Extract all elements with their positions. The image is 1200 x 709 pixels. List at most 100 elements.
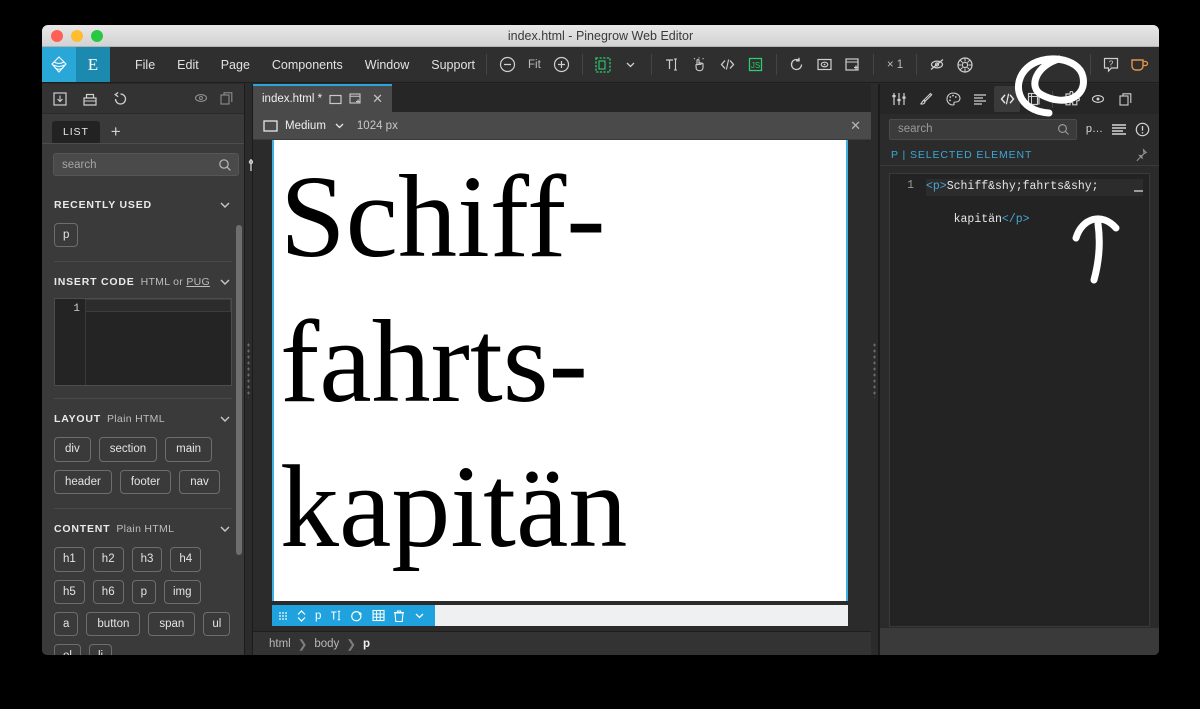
sidebar-sections-scroll[interactable]: RECENTLY USED p INSERT CODE HTML or PUG [42,185,244,655]
selected-element-code-editor[interactable]: 1 <p>Schiff&shy;fahrts&shy; kapitän</p> [889,173,1150,627]
chevron-down-icon[interactable] [218,522,232,536]
search-icon[interactable] [218,158,232,172]
screen-icon[interactable] [263,119,278,132]
chip-h6[interactable]: h6 [92,579,124,604]
detach-window-icon[interactable] [349,93,362,105]
insert-code-editor[interactable]: 1 [54,298,232,387]
trash-icon[interactable] [393,609,405,623]
grid-icon[interactable] [372,609,385,622]
chip-nav[interactable]: nav [179,469,220,495]
preview-eye-icon[interactable] [812,52,838,78]
chip-h5[interactable]: h5 [54,579,85,604]
chip-span[interactable]: span [148,611,196,637]
page-paragraph[interactable]: Schiff- fahrts- kapitän [274,140,846,579]
chip-ul[interactable]: ul [203,611,231,637]
splitter-grip[interactable] [247,341,250,398]
menu-components[interactable]: Components [261,47,354,83]
box-icon[interactable] [82,91,98,107]
chip-h2[interactable]: h2 [92,547,124,572]
element-filter-label[interactable]: p… [1086,123,1103,135]
library-icon[interactable] [1021,86,1047,112]
palette-icon[interactable] [940,86,966,112]
chevron-down-icon[interactable] [218,275,232,289]
chip-img[interactable]: img [164,579,201,604]
window-icon[interactable] [329,94,342,105]
zoom-multiplier-label[interactable]: × 1 [881,52,909,78]
eye-icon[interactable] [193,91,209,106]
move-updown-icon[interactable] [296,609,307,623]
code-brackets-icon[interactable] [994,86,1020,112]
code-source[interactable]: <p>Schiff&shy;fahrts&shy; kapitän</p> [920,174,1149,626]
chip-a[interactable]: a [54,611,79,637]
sidebar-scrollbar[interactable] [236,225,242,555]
section-layout-header[interactable]: LAYOUT Plain HTML [42,399,244,433]
reload-icon[interactable] [784,52,810,78]
breadcrumb-p[interactable]: p [363,638,370,650]
code-brackets-icon[interactable] [715,52,741,78]
editor-mode-button[interactable]: E [76,47,110,82]
lines-icon[interactable] [1111,123,1127,136]
eye-slash-icon[interactable] [924,52,950,78]
add-tab-button[interactable]: + [100,121,132,143]
chip-footer[interactable]: footer [119,469,172,495]
puzzle-icon[interactable] [1058,86,1084,112]
menu-file[interactable]: File [124,47,166,83]
js-badge-icon[interactable]: JS [743,52,769,78]
chip-main[interactable]: main [165,437,213,462]
chevron-down-icon[interactable] [618,52,644,78]
chip-p[interactable]: p [131,579,156,604]
plus-circle-icon[interactable] [549,52,575,78]
duplicate-icon[interactable] [219,91,234,106]
menu-support[interactable]: Support [420,47,486,83]
compass-icon[interactable] [952,52,978,78]
minus-circle-icon[interactable] [494,52,520,78]
coffee-cup-icon[interactable] [1126,52,1152,78]
chip-ol[interactable]: ol [54,644,81,655]
close-viewport-icon[interactable]: ✕ [850,118,861,134]
text-lines-icon[interactable] [967,86,993,112]
hand-click-icon[interactable] [687,52,713,78]
search-icon[interactable] [1057,123,1070,136]
sidebar-tab-list[interactable]: LIST [52,121,100,143]
splitter-grip[interactable] [873,341,876,398]
pin-icon[interactable] [1134,147,1148,162]
chevron-down-icon[interactable] [333,119,346,132]
open-in-window-icon[interactable] [840,52,866,78]
sidebar-search-input[interactable] [60,157,218,172]
chip-li[interactable]: li [88,644,113,655]
breadcrumb-html[interactable]: html [269,638,291,650]
exclamation-circle-icon[interactable] [1135,122,1150,137]
document-tab-index-html[interactable]: index.html * ✕ [253,84,392,112]
sidebar-search-box[interactable] [53,153,239,176]
right-panel-search-input[interactable] [896,122,1057,136]
chip-h1[interactable]: h1 [54,547,85,572]
pug-link[interactable]: PUG [186,276,210,288]
breadcrumb-body[interactable]: body [314,638,339,650]
zoom-fit-button[interactable]: Fit [522,52,547,78]
right-splitter[interactable] [871,84,879,655]
import-icon[interactable] [52,91,68,107]
chip-div[interactable]: div [54,437,91,462]
device-size-label[interactable]: Medium [285,120,326,132]
section-content-header[interactable]: CONTENT Plain HTML [42,509,244,543]
right-panel-search-box[interactable] [889,118,1077,140]
chevron-down-icon[interactable] [413,609,426,622]
chevron-down-icon[interactable] [218,198,232,212]
chip-h4[interactable]: h4 [170,547,202,572]
chip-p[interactable]: p [54,223,79,248]
sliders-icon[interactable] [886,86,912,112]
chevron-down-icon[interactable] [218,412,232,426]
chip-section[interactable]: section [98,437,158,462]
menu-edit[interactable]: Edit [166,47,210,83]
pinegrow-logo-icon[interactable] [42,47,76,82]
close-icon[interactable]: ✕ [372,91,383,107]
menu-page[interactable]: Page [210,47,261,83]
drag-handle-icon[interactable] [278,610,288,622]
undo-icon[interactable] [112,91,128,107]
duplicate-icon[interactable] [1112,86,1138,112]
page-preview[interactable]: Schiff- fahrts- kapitän [272,140,848,601]
brush-icon[interactable] [913,86,939,112]
text-edit-icon[interactable] [659,52,685,78]
chip-h3[interactable]: h3 [131,547,163,572]
text-edit-icon[interactable] [329,609,342,622]
